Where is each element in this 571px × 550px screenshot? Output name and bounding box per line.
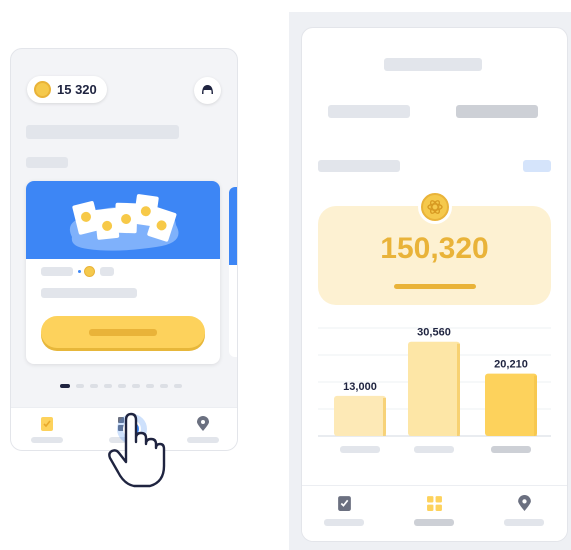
x-label-placeholder — [340, 446, 380, 453]
coin-balance-pill[interactable]: 15 320 — [27, 76, 107, 103]
profile-button[interactable] — [194, 77, 221, 104]
checklist-icon — [41, 417, 53, 431]
location-pin-icon — [197, 416, 209, 431]
header-title-placeholder — [384, 58, 482, 71]
total-coins-value: 150,320 — [380, 232, 489, 265]
nav-label-placeholder — [187, 437, 219, 443]
coin-icon — [34, 81, 51, 98]
start-button[interactable] — [41, 316, 205, 348]
dot-separator — [78, 270, 81, 273]
pointing-hand-icon — [108, 412, 166, 488]
coin-icon — [84, 266, 95, 277]
section-label-placeholder — [26, 157, 68, 168]
coin-icon — [421, 193, 449, 221]
avatar-icon — [202, 85, 213, 95]
chart-bar-edge — [457, 343, 460, 436]
coins-bar-chart: 13,000 30,560 20,210 — [318, 327, 551, 453]
pagination-dot[interactable] — [76, 384, 84, 388]
right-phone-screen: 150,320 13,000 30,560 20,210 — [301, 27, 568, 542]
chart-bar[interactable] — [408, 341, 460, 436]
carousel-pagination[interactable] — [59, 383, 189, 389]
quiz-card[interactable] — [26, 181, 220, 364]
left-phone-screen: 15 320 — [10, 48, 238, 451]
nav-tab-map[interactable] — [504, 495, 544, 527]
total-underline — [394, 284, 476, 289]
location-pin-icon — [518, 495, 531, 511]
tab-placeholder[interactable] — [328, 105, 410, 118]
pagination-dot-active[interactable] — [60, 384, 70, 388]
pagination-dot[interactable] — [118, 384, 126, 388]
coin-badge — [418, 190, 452, 224]
nav-label-placeholder — [324, 519, 364, 526]
tab-placeholder-active[interactable] — [456, 105, 538, 118]
atom-icon — [427, 200, 443, 214]
nav-label-placeholder — [31, 437, 63, 443]
meta-placeholder — [41, 267, 73, 276]
pagination-dot[interactable] — [132, 384, 140, 388]
title-placeholder — [26, 125, 179, 139]
coin-balance-value: 15 320 — [57, 82, 97, 97]
pagination-dot[interactable] — [174, 384, 182, 388]
emoji-cards-illustration — [69, 194, 179, 251]
bar-value-label: 20,210 — [494, 359, 528, 371]
chart-bar[interactable] — [485, 373, 537, 436]
grid-icon — [427, 496, 442, 511]
chart-bar-edge — [383, 397, 386, 436]
nav-tab-tasks[interactable] — [31, 416, 63, 446]
nav-label-placeholder — [414, 519, 454, 526]
chart-bar-edge — [534, 375, 537, 436]
card-banner — [26, 181, 220, 259]
card-banner — [229, 187, 237, 265]
pagination-dot[interactable] — [104, 384, 112, 388]
nav-tab-map[interactable] — [187, 416, 219, 446]
pagination-dot[interactable] — [146, 384, 154, 388]
chart-bar[interactable] — [334, 395, 386, 436]
see-all-link-placeholder[interactable] — [523, 160, 551, 172]
bar-value-label: 30,560 — [417, 327, 451, 339]
bar-value-label: 13,000 — [343, 381, 377, 393]
nav-tab-tasks[interactable] — [324, 495, 364, 527]
next-card-peek[interactable] — [229, 187, 237, 357]
start-button-label-placeholder — [89, 329, 157, 336]
x-label-placeholder — [491, 446, 531, 453]
nav-tab-home[interactable] — [414, 495, 454, 527]
pagination-dot[interactable] — [160, 384, 168, 388]
pagination-dot[interactable] — [90, 384, 98, 388]
x-label-placeholder — [414, 446, 454, 453]
bottom-nav — [302, 485, 567, 541]
checklist-icon — [338, 496, 351, 511]
nav-label-placeholder — [504, 519, 544, 526]
section-label-placeholder — [318, 160, 400, 172]
description-placeholder — [41, 288, 137, 298]
meta-value-placeholder — [100, 267, 114, 276]
